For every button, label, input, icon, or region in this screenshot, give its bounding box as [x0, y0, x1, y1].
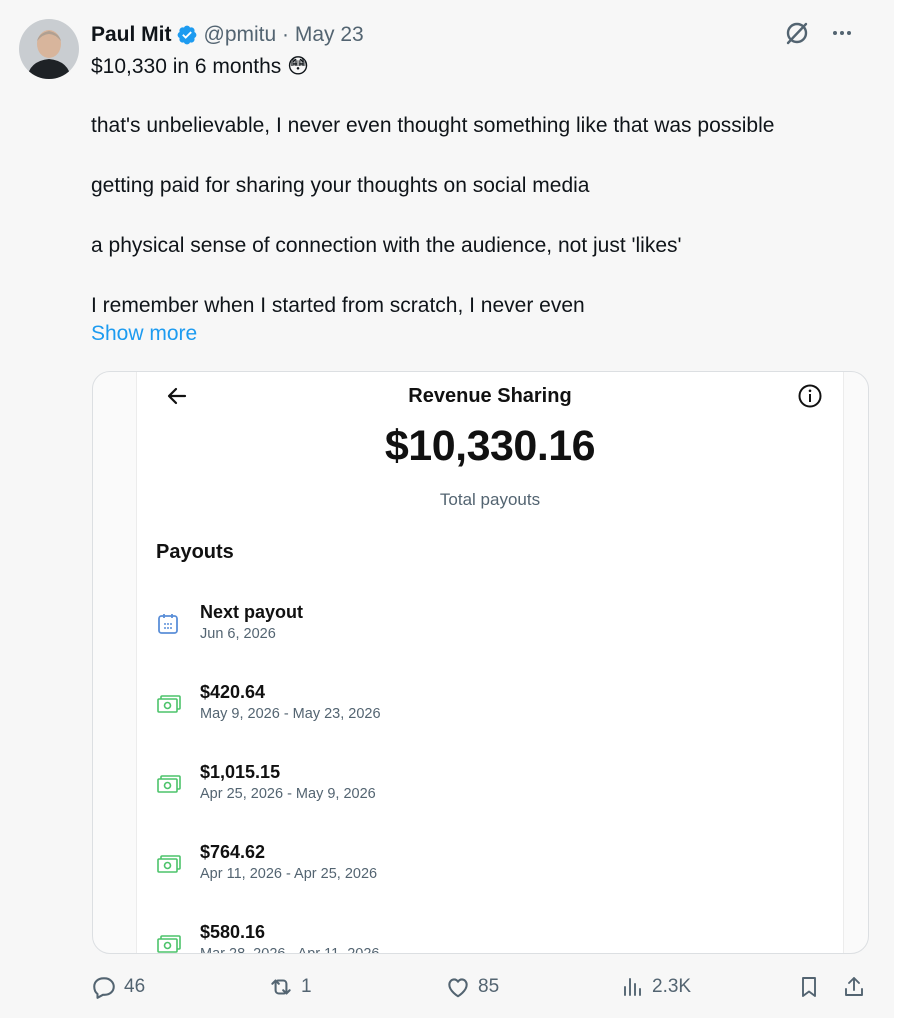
tweet-headline: $10,330 in 6 months 😳: [91, 54, 309, 79]
meta-separator: ·: [276, 23, 295, 46]
share-icon: [845, 977, 863, 996]
payout-amount: $420.64: [200, 682, 266, 702]
avatar-image: [19, 19, 79, 79]
top-actions: [784, 20, 854, 46]
author-handle[interactable]: @pmitu: [204, 23, 277, 47]
flushed-emoji: 😳: [287, 55, 310, 78]
media-card[interactable]: Revenue Sharing $10,330.16 Total payouts…: [92, 371, 869, 954]
payout-range: May 9, 2026 - May 23, 2026: [200, 706, 381, 722]
more-icon[interactable]: [830, 21, 854, 45]
like-button[interactable]: 85: [445, 974, 499, 1000]
show-more-link[interactable]: Show more: [91, 322, 197, 346]
verified-badge-icon: [177, 25, 196, 45]
avatar[interactable]: [19, 19, 79, 79]
money-icon: [157, 695, 181, 713]
total-payouts-amount: $10,330.16: [384, 422, 596, 470]
tweet-date[interactable]: May 23: [295, 23, 364, 47]
like-icon: [448, 978, 468, 998]
payout-range: Mar 28, 2026 - Apr 11, 2026: [200, 946, 380, 954]
tweet-header: Paul Mit @pmitu · May 23: [91, 20, 364, 50]
views-icon: [624, 978, 641, 996]
payout-row: $580.16 Mar 28, 2026 - Apr 11, 2026: [156, 922, 816, 954]
revenue-sharing-screen: Revenue Sharing $10,330.16 Total payouts…: [136, 372, 844, 953]
payout-amount: $764.62: [200, 842, 266, 862]
views-button[interactable]: 2.3K: [621, 974, 691, 1000]
bookmark-icon: [802, 977, 816, 997]
grok-icon[interactable]: [784, 20, 810, 46]
like-count: 85: [478, 976, 500, 997]
payout-range: Apr 25, 2026 - May 9, 2026: [200, 786, 376, 802]
page-edge: [894, 0, 914, 1018]
reply-icon: [93, 977, 115, 999]
tweet-actions: 46 1 85 2.3K: [91, 974, 871, 1004]
payouts-heading: Payouts: [156, 541, 234, 563]
next-payout-date: Jun 6, 2026: [200, 626, 276, 642]
total-payouts-label: Total payouts: [439, 490, 541, 509]
repost-button[interactable]: 1: [268, 974, 312, 1000]
calendar-icon: [158, 614, 178, 634]
money-icon: [157, 935, 181, 953]
payout-row: $420.64 May 9, 2026 - May 23, 2026: [156, 682, 816, 730]
reply-count: 46: [124, 976, 146, 997]
tweet-line: that's unbelievable, I never even though…: [91, 114, 775, 137]
payout-range: Apr 11, 2026 - Apr 25, 2026: [200, 866, 378, 882]
money-icon: [157, 775, 181, 793]
payout-amount: $580.16: [200, 922, 266, 942]
info-icon: [798, 384, 822, 408]
views-count: 2.3K: [652, 976, 692, 997]
share-button[interactable]: [842, 974, 866, 1000]
payout-row: $1,015.15 Apr 25, 2026 - May 9, 2026: [156, 762, 816, 810]
next-payout-row: Next payout Jun 6, 2026: [156, 602, 816, 650]
payout-row: $764.62 Apr 11, 2026 - Apr 25, 2026: [156, 842, 816, 890]
money-icon: [157, 855, 181, 873]
author-name[interactable]: Paul Mit: [91, 23, 172, 47]
repost-icon: [271, 979, 291, 995]
reply-button[interactable]: 46: [91, 974, 145, 1000]
tweet-line: I remember when I started from scratch, …: [91, 294, 585, 317]
bookmark-button[interactable]: [797, 974, 821, 1000]
next-payout-label: Next payout: [200, 602, 304, 622]
tweet: Paul Mit @pmitu · May 23 $10,330 in 6 mo…: [0, 0, 894, 1018]
repost-count: 1: [301, 976, 312, 997]
tweet-line: getting paid for sharing your thoughts o…: [91, 174, 590, 197]
tweet-line: a physical sense of connection with the …: [91, 234, 682, 257]
payout-amount: $1,015.15: [200, 762, 281, 782]
headline-text: $10,330 in 6 months: [91, 55, 282, 78]
screen-title: Revenue Sharing: [408, 385, 572, 407]
